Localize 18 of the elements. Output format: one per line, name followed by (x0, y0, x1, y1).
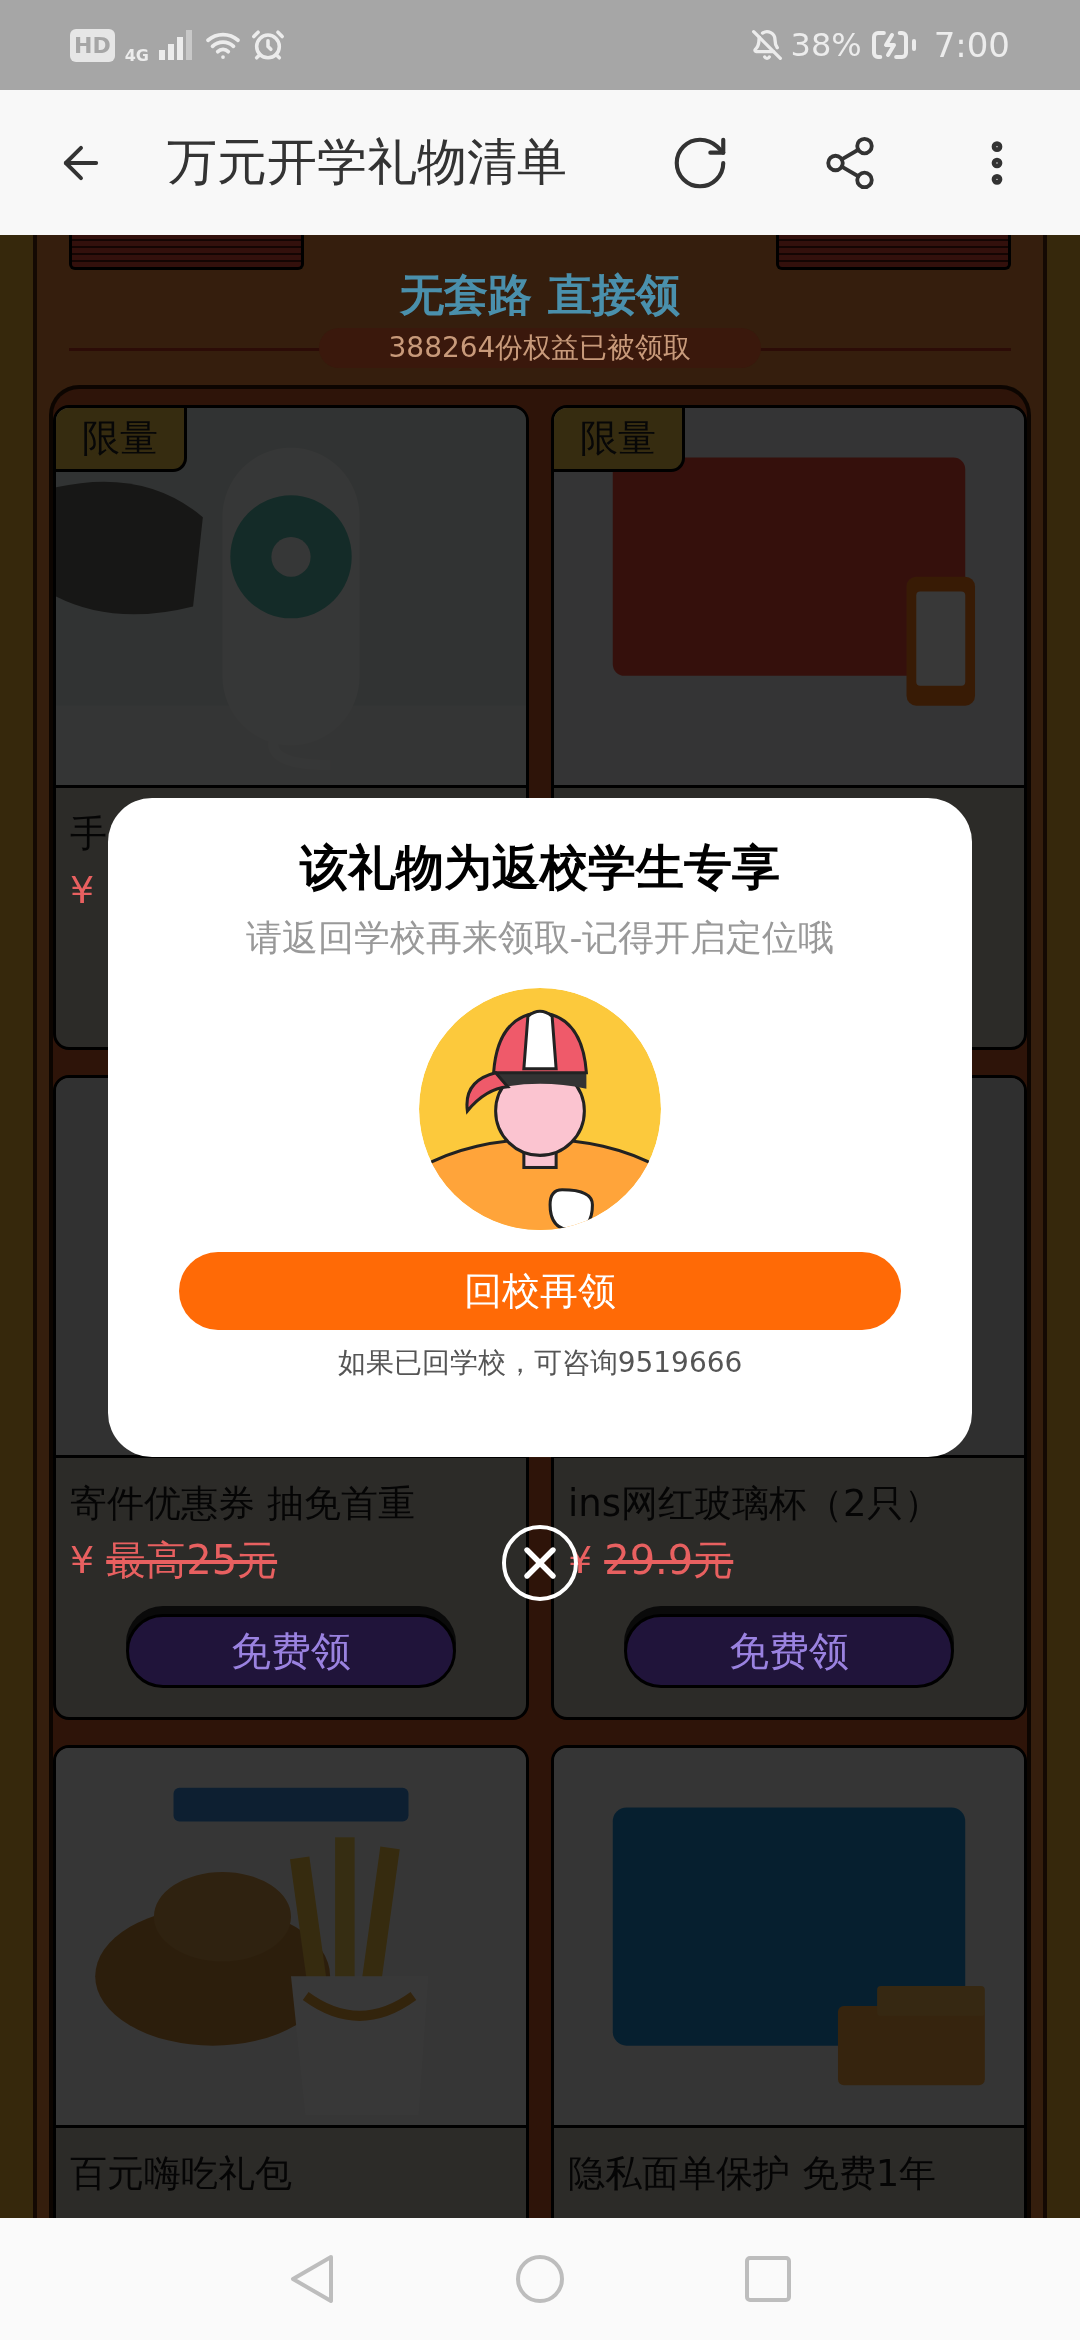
signal-icon (158, 30, 195, 60)
dialog-title: 该礼物为返校学生专享 (300, 838, 780, 897)
claimed-count: 388264份权益已被领取 (318, 328, 762, 368)
alarm-icon (250, 28, 285, 62)
slogan: 无套路 直接领 (400, 270, 680, 320)
dialog-note: 如果已回学校，可咨询9519666 (337, 1345, 743, 1381)
original-price: 29.9元 (604, 1536, 734, 1585)
page-title: 万元开学礼物清单 (167, 132, 567, 193)
clock: 7:00 (933, 23, 1010, 67)
hd-badge: HD (70, 28, 115, 62)
dialog-subtitle: 请返回学校再来领取-记得开启定位哦 (245, 916, 835, 960)
currency-sign: ¥ (70, 866, 95, 914)
return-claim-button[interactable]: 回校再领 (179, 1252, 901, 1330)
currency-sign: ¥ (70, 1536, 95, 1584)
battery-percent: 38% (790, 25, 862, 66)
network-type: 4G (124, 45, 149, 67)
original-price: 最高25元 (106, 1536, 278, 1585)
mute-icon (750, 29, 783, 61)
